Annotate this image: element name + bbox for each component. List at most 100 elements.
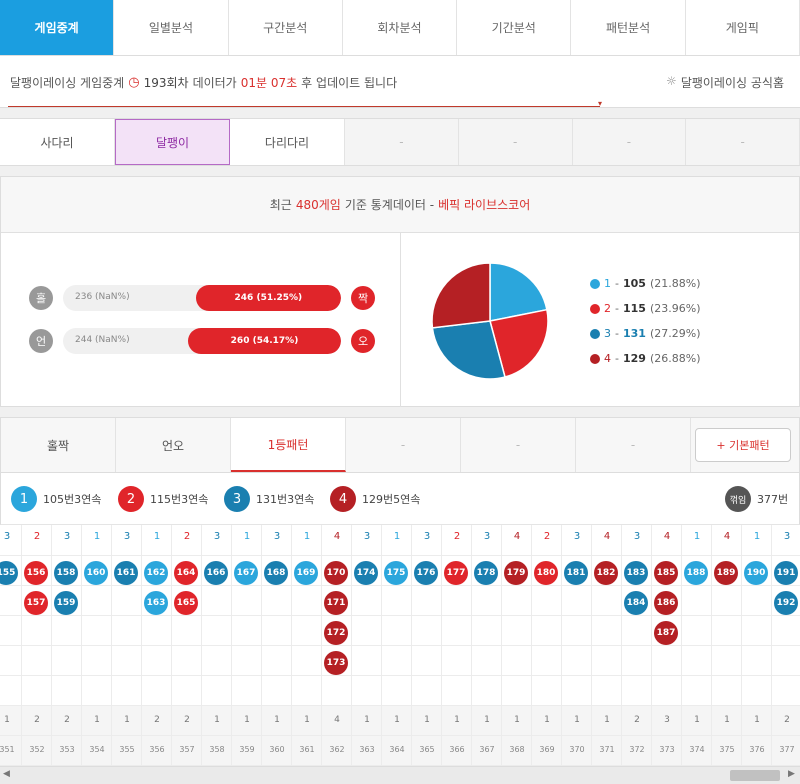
topnav-tab[interactable]: 일별분석 xyxy=(114,0,229,55)
pattern-ball: 165 xyxy=(174,591,198,615)
game-type-tab[interactable]: 사다리 xyxy=(0,119,115,165)
data-label: 데이터가 xyxy=(192,76,237,90)
left-count: 236 (NaN%) xyxy=(75,292,130,302)
column-round: 376 xyxy=(749,745,765,754)
pattern-tab[interactable]: - xyxy=(461,418,576,472)
column-round: 352 xyxy=(29,745,45,754)
stat-bar: 244 (NaN%) 260 (54.17%) xyxy=(63,328,341,354)
topnav-tab[interactable]: 회차분석 xyxy=(343,0,458,55)
legend-item: 4-129 (26.88%) xyxy=(590,346,700,371)
game-type-tab[interactable]: 달팽이 xyxy=(115,119,230,165)
scroll-left-icon[interactable]: ◀ xyxy=(3,769,10,779)
pattern-column: 3 191 192 2 377 xyxy=(772,525,800,784)
pattern-tab[interactable]: 1등패턴 xyxy=(231,418,346,472)
topnav-tab[interactable]: 게임픽 xyxy=(686,0,800,55)
pattern-column: 3 158 159 2 353 xyxy=(52,525,82,784)
legend-label: 2 xyxy=(604,302,611,315)
column-count: 1 xyxy=(484,715,490,725)
column-winner: 2 xyxy=(453,531,461,542)
scroll-thumb[interactable] xyxy=(730,770,780,781)
column-count: 1 xyxy=(514,715,520,725)
pattern-column: 4 179 1 368 xyxy=(502,525,532,784)
left-badge: 언 xyxy=(29,329,53,353)
column-round: 351 xyxy=(0,745,15,754)
pattern-column: 1 190 1 376 xyxy=(742,525,772,784)
column-count: 1 xyxy=(694,715,700,725)
pattern-ball: 171 xyxy=(324,591,348,615)
pattern-tab[interactable]: - xyxy=(576,418,691,472)
pattern-column: 3 168 1 360 xyxy=(262,525,292,784)
column-winner: 1 xyxy=(303,531,311,542)
basic-pattern-button[interactable]: + 기본패턴 xyxy=(695,428,791,462)
column-count: 4 xyxy=(334,715,340,725)
column-round: 361 xyxy=(299,745,315,754)
column-count: 1 xyxy=(754,715,760,725)
winner-pie-chart xyxy=(431,262,549,380)
pattern-tab[interactable]: 언오 xyxy=(116,418,231,472)
scroll-right-icon[interactable]: ▶ xyxy=(788,769,795,779)
pattern-ball: 156 xyxy=(24,561,48,585)
column-count: 2 xyxy=(154,715,160,725)
streak-item: 꺾임 377번 xyxy=(725,486,788,512)
pattern-ball: 187 xyxy=(654,621,678,645)
horizontal-scrollbar[interactable]: ◀ ▶ xyxy=(0,766,800,784)
streak-text: 105번3연속 xyxy=(43,493,102,506)
column-round: 370 xyxy=(569,745,585,754)
column-round: 362 xyxy=(329,745,345,754)
legend-dot xyxy=(590,303,600,314)
official-home-link[interactable]: ☼ 달팽이레이싱 공식홈 xyxy=(666,74,784,91)
column-round: 360 xyxy=(269,745,285,754)
stats-prefix: 최근 xyxy=(269,198,292,212)
pattern-grid: 3155135121561572352315815923531160135431… xyxy=(0,525,800,784)
pattern-ball: 168 xyxy=(264,561,288,585)
pattern-ball: 164 xyxy=(174,561,198,585)
column-count: 1 xyxy=(604,715,610,725)
column-winner: 3 xyxy=(123,531,131,542)
pattern-ball: 155 xyxy=(0,561,18,585)
right-badge: 오 xyxy=(351,329,375,353)
column-count: 1 xyxy=(244,715,250,725)
streak-badge: 4 xyxy=(330,486,356,512)
pattern-ball: 192 xyxy=(774,591,798,615)
pattern-column: 2 156 157 2 352 xyxy=(22,525,52,784)
column-count: 2 xyxy=(64,715,70,725)
pattern-ball: 189 xyxy=(714,561,738,585)
game-type-tab[interactable]: 다리다리 xyxy=(230,119,345,165)
game-type-tab[interactable]: - xyxy=(458,119,573,165)
column-round: 353 xyxy=(59,745,75,754)
pattern-tab[interactable]: - xyxy=(346,418,461,472)
topnav-tab[interactable]: 구간분석 xyxy=(229,0,343,55)
legend-pct: (23.96%) xyxy=(649,302,701,315)
game-type-tab[interactable]: - xyxy=(686,119,800,165)
column-count: 2 xyxy=(784,715,790,725)
legend-item: 2-115 (23.96%) xyxy=(590,296,700,321)
stats-heading: 최근 480게임 기준 통계데이터 - 베픽 라이브스코어 xyxy=(1,177,799,233)
column-round: 377 xyxy=(779,745,795,754)
legend-dot xyxy=(590,328,600,339)
pattern-ball: 160 xyxy=(84,561,108,585)
legend-dot xyxy=(590,353,600,364)
link-icon: ☼ xyxy=(666,74,677,88)
game-type-tab[interactable]: - xyxy=(572,119,687,165)
pattern-column: 3 155 1 351 xyxy=(0,525,22,784)
legend-pct: (26.88%) xyxy=(649,352,701,365)
pattern-column: 2 177 1 366 xyxy=(442,525,472,784)
pattern-tab[interactable]: 홀짝 xyxy=(1,418,116,472)
column-winner: 4 xyxy=(333,531,341,542)
legend-count: 129 xyxy=(622,352,646,365)
pattern-column: 3 174 1 363 xyxy=(352,525,382,784)
column-count: 1 xyxy=(274,715,280,725)
stat-bar: 236 (NaN%) 246 (51.25%) xyxy=(63,285,341,311)
game-type-tab[interactable]: - xyxy=(345,119,459,165)
column-winner: 2 xyxy=(183,531,191,542)
pattern-column: 3 181 1 370 xyxy=(562,525,592,784)
column-winner: 3 xyxy=(63,531,71,542)
topnav-tab[interactable]: 기간분석 xyxy=(457,0,572,55)
pattern-column: 3 183 184 2 372 xyxy=(622,525,652,784)
pattern-ball: 161 xyxy=(114,561,138,585)
topnav-tab[interactable]: 패턴분석 xyxy=(571,0,686,55)
legend-count: 115 xyxy=(622,302,646,315)
stat-bar-row: 홀 236 (NaN%) 246 (51.25%) 짝 xyxy=(29,285,375,311)
column-winner: 3 xyxy=(573,531,581,542)
topnav-tab[interactable]: 게임중계 xyxy=(0,0,115,55)
